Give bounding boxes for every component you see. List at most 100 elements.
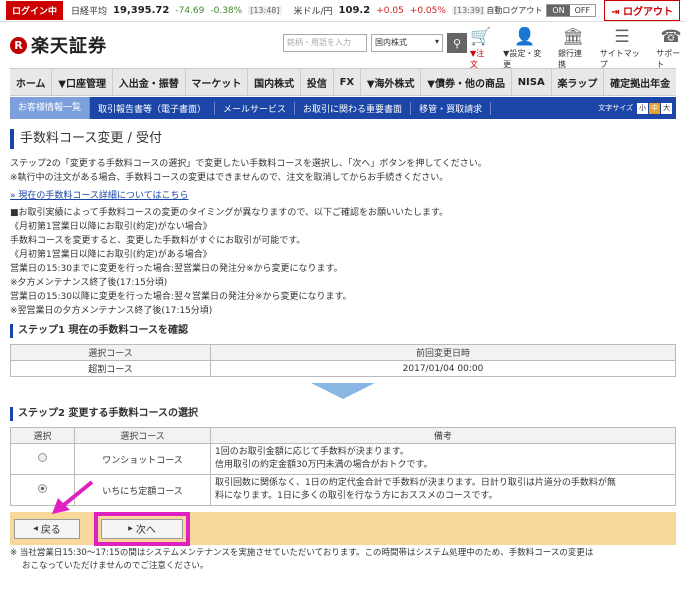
page-title: 手数料コース変更 / 受付 — [10, 129, 676, 149]
fx-change: +0.05 — [376, 5, 404, 16]
logo-mark-icon: R — [10, 36, 27, 54]
main-nav: ホーム ▼口座管理 入出金・振替 マーケット 国内株式 投信 FX ▼海外株式 … — [10, 68, 676, 96]
search-category-value: 国内株式 — [375, 38, 407, 47]
course-name: ワンショットコース — [74, 443, 211, 475]
col-select: 選択 — [10, 427, 75, 444]
font-size-small[interactable]: 小 — [637, 102, 648, 114]
footer-line-1: ※ 当社営業日15:30～17:15の間はシステムメンテナンスを実施させていただ… — [10, 548, 594, 558]
fx-time: [13:39] — [451, 6, 486, 15]
subnav-item-mail[interactable]: メールサービス — [215, 101, 296, 115]
chevron-right-icon: ▶ — [128, 525, 133, 532]
nav-item-domestic-stocks[interactable]: 国内株式 — [248, 69, 301, 95]
col-select-course: 選択コース — [74, 427, 211, 444]
footer-line-2: おこなっていただけませんのでご注意ください。 — [22, 561, 209, 571]
nav-item-rakuwrap[interactable]: 楽ラップ — [552, 69, 605, 95]
index-time: [13:48] — [248, 6, 282, 15]
phone-icon: ☎ — [660, 27, 682, 47]
logout-label: ログアウト — [623, 7, 673, 18]
col-remarks: 備考 — [210, 427, 676, 444]
subnav-item-transfer[interactable]: 移管・買取請求 — [411, 101, 492, 115]
toggle-on[interactable]: ON — [547, 5, 570, 16]
settings-menu[interactable]: 👤 ▼設定・変更 — [503, 26, 546, 70]
remarks-line-2: 信用取引の約定金額30万円未満の場合がおトクです。 — [215, 460, 433, 470]
nav-item-foreign-stocks[interactable]: ▼海外株式 — [361, 69, 422, 95]
index-value: 19,395.72 — [113, 5, 170, 16]
course-remarks: 取引回数に関係なく、1日の約定代金合計で手数料が決まります。日計り取引は片道分の… — [210, 474, 676, 506]
support-menu[interactable]: ☎ サポート — [656, 26, 686, 70]
search-button[interactable]: ⚲ — [447, 33, 467, 53]
nav-item-market[interactable]: マーケット — [186, 69, 249, 95]
course-row-daily-flat: いちにち定額コース 取引回数に関係なく、1日の約定代金合計で手数料が決まります。… — [10, 474, 676, 506]
logo[interactable]: R 楽天証券 — [10, 32, 107, 58]
order-label: ▼注文 — [470, 49, 485, 69]
logout-button[interactable]: ⇥ ログアウト — [604, 0, 680, 21]
logo-text: 楽天証券 — [31, 36, 107, 57]
note-5: 営業日の15:30までに変更を行った場合:翌営業日の発注分※から変更になります。 — [10, 264, 343, 274]
market-ticker: 日経平均 19,395.72 -74.69 -0.38% [13:48] 米ドル… — [71, 4, 486, 17]
current-course: 超割コース — [10, 360, 211, 377]
index-change: -74.69 — [175, 5, 205, 16]
fx-name: 米ドル/円 — [293, 7, 333, 17]
toggle-off[interactable]: OFF — [570, 5, 596, 16]
next-button-highlight: ▶ 次へ — [94, 511, 190, 546]
bank-icon: 🏛 — [562, 27, 584, 47]
chevron-down-icon: ▾ — [434, 37, 439, 46]
user-icon: 👤 — [514, 27, 536, 47]
course-detail-link[interactable]: » 現在の手数料コース詳細についてはこちら — [10, 189, 676, 203]
nav-item-nisa[interactable]: NISA — [512, 69, 552, 95]
logout-icon: ⇥ — [611, 7, 623, 18]
sitemap-label: サイトマップ — [599, 49, 640, 69]
note-4: 《月初第1営業日以降にお取引(約定)がある場合》 — [10, 250, 212, 260]
subnav-item-documents[interactable]: お取引に関わる重要書面 — [295, 101, 412, 115]
index-name: 日経平均 — [71, 7, 108, 17]
fx-pct: +0.05% — [409, 5, 446, 16]
index-pct: -0.38% — [210, 5, 243, 16]
nav-item-home[interactable]: ホーム — [10, 69, 53, 95]
search-category-select[interactable]: 国内株式 ▾ — [371, 34, 443, 52]
bank-link-menu[interactable]: 🏛 銀行連携 — [558, 26, 588, 70]
nav-item-account[interactable]: ▼口座管理 — [52, 69, 113, 95]
course-remarks: 1回のお取引金額に応じて手数料が決まります。 信用取引の約定金額30万円未満の場… — [210, 443, 676, 475]
nav-item-bonds[interactable]: ▼債券・他の商品 — [421, 69, 512, 95]
back-button[interactable]: ◀ 戻る — [14, 518, 80, 539]
col-course: 選択コース — [10, 344, 211, 361]
col-last-changed: 前回変更日時 — [210, 344, 676, 361]
next-label: 次へ — [135, 525, 156, 536]
oneshot-radio[interactable] — [38, 453, 47, 462]
nav-item-fx[interactable]: FX — [334, 69, 361, 95]
back-label: 戻る — [40, 525, 61, 536]
subnav-item-reports[interactable]: 取引報告書等（電子書面） — [90, 101, 216, 115]
support-label: サポート — [656, 49, 681, 69]
font-size-large[interactable]: 大 — [661, 102, 672, 114]
search-icon: ⚲ — [452, 36, 462, 50]
nav-item-funds[interactable]: 投信 — [301, 69, 334, 95]
intro-text-2: ※執行中の注文がある場合、手数料コースの変更はできませんので、注文を取消してから… — [10, 173, 449, 183]
settings-label: ▼設定・変更 — [503, 49, 542, 69]
cart-icon: 🛒 — [470, 27, 492, 47]
auto-logout-toggle[interactable]: ON OFF — [546, 4, 597, 17]
font-size-medium[interactable]: 中 — [649, 102, 660, 114]
button-bar: ◀ 戻る ▶ 次へ — [10, 511, 676, 546]
remarks-line-2: 料になります。1日に多くの取引を行なう方におススメのコースです。 — [215, 491, 498, 501]
bank-link-label: 銀行連携 — [558, 49, 583, 69]
header-icons: 🛒 ▼注文 👤 ▼設定・変更 🏛 銀行連携 ☰ サイトマップ ☎ サポート — [470, 26, 686, 70]
sitemap-menu[interactable]: ☰ サイトマップ — [600, 26, 645, 70]
login-status-badge: ログイン中 — [6, 1, 64, 20]
current-course-table: 選択コース 前回変更日時 超割コース 2017/01/04 00:00 — [10, 344, 676, 377]
search-input[interactable]: 銘柄・用語を入力 — [283, 34, 367, 52]
note-7: 営業日の15:30以降に変更を行った場合:翌々営業日の発注分※から変更になります… — [10, 292, 352, 302]
nav-item-ideco[interactable]: 確定拠出年金 — [604, 69, 676, 95]
note-6: ※夕方メンテナンス終了後(17:15分頃) — [10, 278, 168, 288]
nav-item-deposit[interactable]: 入出金・振替 — [113, 69, 186, 95]
course-row-oneshot: ワンショットコース 1回のお取引金額に応じて手数料が決まります。 信用取引の約定… — [10, 443, 676, 475]
next-button[interactable]: ▶ 次へ — [101, 518, 183, 539]
search-area: 銘柄・用語を入力 国内株式 ▾ ⚲ — [283, 33, 467, 53]
remarks-line-1: 取引回数に関係なく、1日の約定代金合計で手数料が決まります。日計り取引は片道分の… — [215, 478, 616, 488]
note-1: ■お取引実績によって手数料コースの変更のタイミングが異なりますので、以下ご確認を… — [10, 208, 449, 218]
radio-cell — [10, 443, 75, 475]
daily-flat-radio[interactable] — [38, 484, 47, 493]
chevron-left-icon: ◀ — [33, 525, 38, 532]
font-size-label: 文字サイズ — [598, 104, 633, 112]
subnav-item-customer-info[interactable]: お客様情報一覧 — [10, 97, 91, 119]
order-menu[interactable]: 🛒 ▼注文 — [470, 26, 491, 70]
